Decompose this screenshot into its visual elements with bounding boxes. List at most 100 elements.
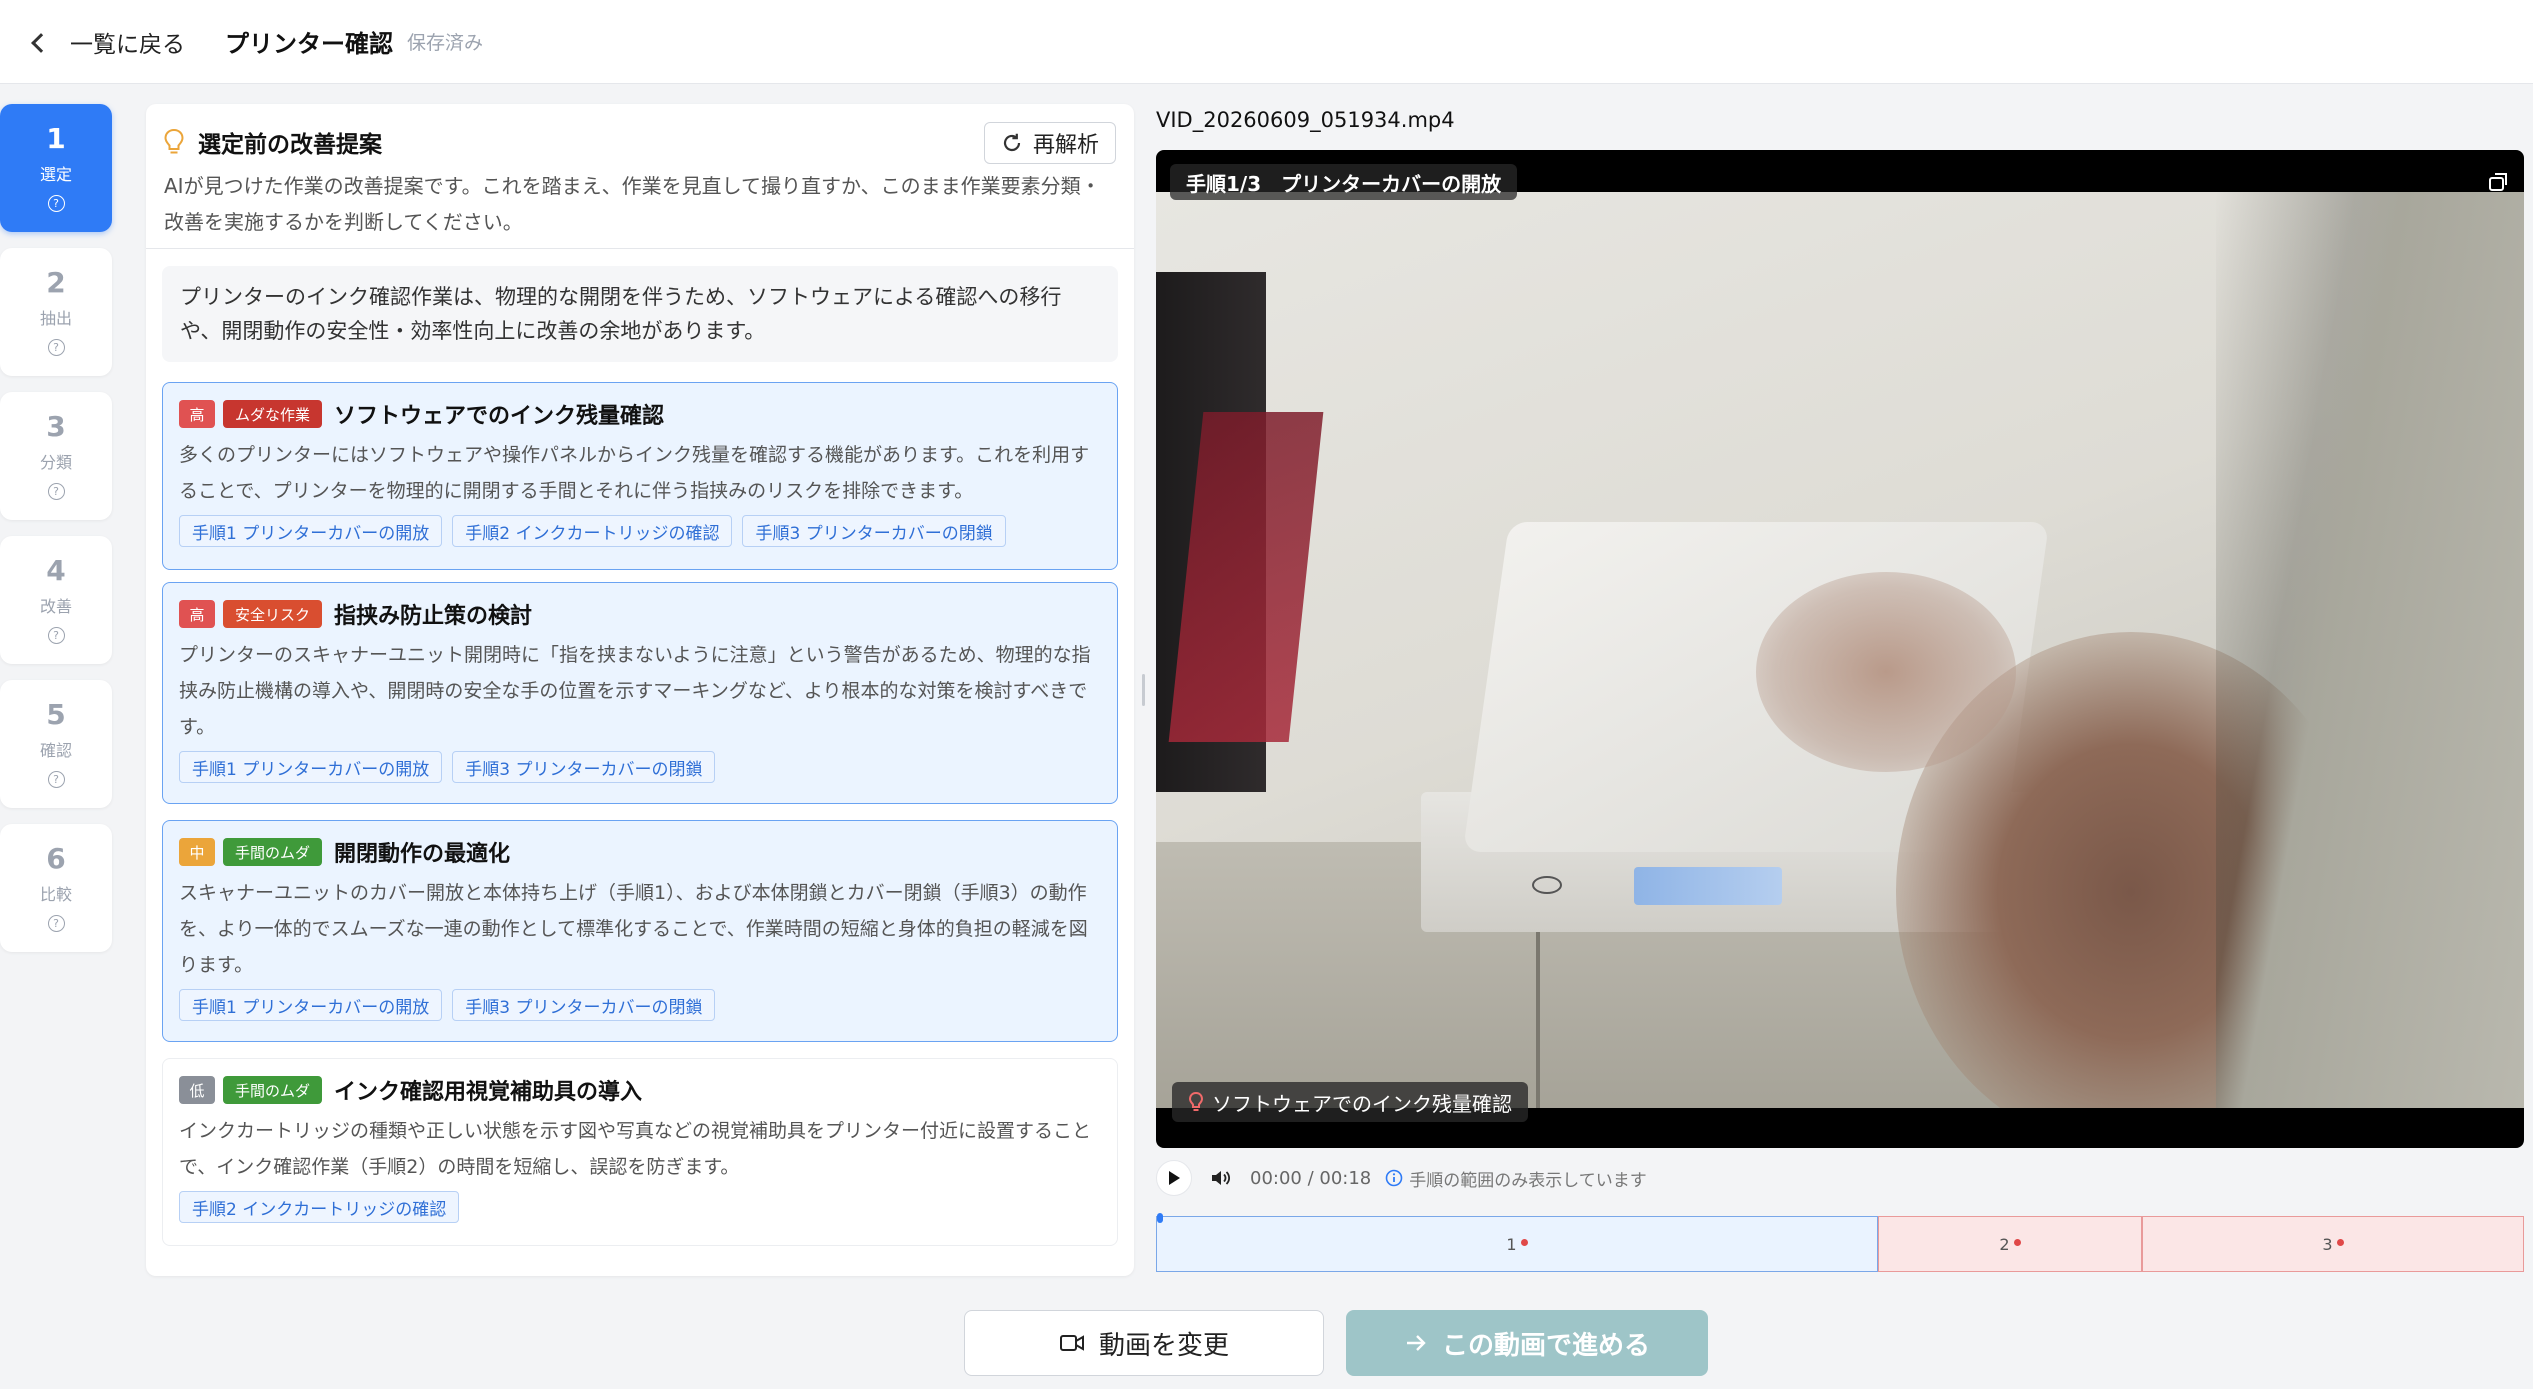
fullscreen-icon[interactable] [2486, 170, 2510, 194]
step-number: 4 [46, 554, 66, 588]
suggestion-dot [2336, 1238, 2344, 1246]
step-tag[interactable]: 手順3 プリンターカバーの閉鎖 [452, 989, 716, 1021]
playhead[interactable] [1157, 1213, 1163, 1223]
segment-label: 1 [1506, 1234, 1517, 1254]
help-icon[interactable]: ? [47, 770, 65, 788]
step-label: 選定 [39, 164, 72, 184]
change-video-button[interactable]: 動画を変更 [964, 1310, 1324, 1376]
chevron-left-icon [31, 32, 51, 53]
help-icon[interactable]: ? [47, 914, 65, 932]
video-frame-image [1156, 192, 2524, 1108]
suggestion-dot [1520, 1238, 1528, 1246]
suggestion-card[interactable]: 中 手間のムダ 開閉動作の最適化 スキャナーユニットのカバー開放と本体持ち上げ（… [162, 820, 1118, 1042]
info-icon [1385, 1169, 1403, 1187]
timeline-segment-step-3[interactable]: 3 [2142, 1216, 2524, 1272]
reanalyze-button[interactable]: 再解析 [983, 122, 1116, 164]
suggestion-card[interactable]: 高 ムダな作業 ソフトウェアでのインク残量確認 多くのプリンターにはソフトウェア… [162, 382, 1118, 570]
suggestion-title: インク確認用視覚補助具の導入 [334, 1080, 643, 1105]
suggestion-body: 多くのプリンターにはソフトウェアや操作パネルからインク残量を確認する機能がありま… [179, 444, 1090, 502]
reanalyze-label: 再解析 [1032, 133, 1099, 158]
play-icon [1169, 1171, 1180, 1185]
help-icon[interactable]: ? [47, 482, 65, 500]
video-filename: VID_20260609_051934.mp4 [1156, 108, 1455, 132]
change-video-label: 動画を変更 [1098, 1330, 1229, 1361]
save-status: 保存済み [407, 32, 484, 54]
suggestion-title: 開閉動作の最適化 [334, 842, 511, 867]
suggestion-title: ソフトウェアでのインク残量確認 [334, 404, 665, 429]
back-to-list-link[interactable]: 一覧に戻る [31, 25, 185, 59]
category-badge: 手間のムダ [223, 1076, 323, 1104]
back-link-label: 一覧に戻る [70, 31, 185, 58]
panel-header: 選定前の改善提案 再解析 [164, 118, 1116, 166]
priority-badge: 高 [179, 400, 215, 428]
panel-description: AIが見つけた作業の改善提案です。これを踏まえ、作業を見直して撮り直すか、このま… [164, 174, 1101, 234]
refresh-icon [1001, 132, 1023, 154]
step-1-select[interactable]: 1 選定 ? [0, 104, 112, 232]
timeline-segment-step-1[interactable]: 1 [1156, 1216, 1878, 1272]
step-number: 2 [46, 266, 66, 300]
suggestion-overlay-label: ソフトウェアでのインク残量確認 [1212, 1091, 1512, 1116]
lightbulb-icon [164, 128, 184, 156]
improvement-suggestions-panel: 選定前の改善提案 再解析 AIが見つけた作業の改善提案です。これを踏まえ、作業を… [146, 104, 1134, 1276]
step-navigation: 1 選定 ? 2 抽出 ? 3 分類 ? 4 改善 ? 5 確認 ? 6 比較 … [0, 104, 112, 968]
suggestion-body: インクカートリッジの種類や正しい状態を示す図や写真などの視覚補助具をプリンター付… [179, 1120, 1092, 1178]
step-label: 改善 [39, 596, 72, 616]
step-tag[interactable]: 手順1 プリンターカバーの開放 [179, 751, 443, 783]
panel-title: 選定前の改善提案 [198, 132, 382, 158]
step-3-classify[interactable]: 3 分類 ? [0, 392, 112, 520]
analysis-summary: プリンターのインク確認作業は、物理的な開閉を伴うため、ソフトウェアによる確認への… [162, 266, 1118, 362]
suggestion-overlay: ソフトウェアでのインク残量確認 [1172, 1082, 1528, 1122]
help-icon[interactable]: ? [47, 338, 65, 356]
proceed-with-video-button[interactable]: この動画で進める [1346, 1310, 1708, 1376]
category-badge: 安全リスク [223, 600, 323, 628]
suggestion-title: 指挟み防止策の検討 [334, 604, 533, 629]
step-tag[interactable]: 手順1 プリンターカバーの開放 [179, 515, 443, 547]
video-player[interactable]: 手順1/3 プリンターカバーの開放 ソフトウェアでのインク残量確認 [1156, 150, 2524, 1148]
volume-icon[interactable] [1210, 1168, 1232, 1188]
suggestion-card[interactable]: 低 手間のムダ インク確認用視覚補助具の導入 インクカートリッジの種類や正しい状… [162, 1058, 1118, 1246]
step-tag[interactable]: 手順2 インクカートリッジの確認 [179, 1191, 460, 1223]
segment-label: 3 [2322, 1234, 2333, 1254]
step-timeline: 1 2 3 [1156, 1216, 2524, 1272]
timeline-segment-step-2[interactable]: 2 [1878, 1216, 2142, 1272]
step-4-improve[interactable]: 4 改善 ? [0, 536, 112, 664]
video-controls: 00:00 / 00:18 手順の範囲のみ表示しています [1156, 1160, 2524, 1196]
divider [146, 248, 1134, 249]
step-number: 6 [46, 842, 66, 876]
suggestion-body: プリンターのスキャナーユニット開閉時に「指を挟まないように注意」という警告がある… [179, 644, 1091, 738]
current-step-overlay: 手順1/3 プリンターカバーの開放 [1170, 164, 1518, 200]
segment-label: 2 [1999, 1234, 2010, 1254]
proceed-label: この動画で進める [1441, 1330, 1650, 1361]
step-label: 比較 [39, 884, 72, 904]
step-label: 抽出 [39, 308, 72, 328]
step-6-compare[interactable]: 6 比較 ? [0, 824, 112, 952]
step-2-extract[interactable]: 2 抽出 ? [0, 248, 112, 376]
priority-badge: 低 [179, 1076, 215, 1104]
suggestion-body: スキャナーユニットのカバー開放と本体持ち上げ（手順1）、および本体閉鎖とカバー閉… [179, 882, 1088, 976]
step-5-confirm[interactable]: 5 確認 ? [0, 680, 112, 808]
video-camera-icon [1059, 1333, 1085, 1353]
step-label: 分類 [39, 452, 72, 472]
playback-time: 00:00 / 00:18 [1250, 1167, 1372, 1189]
step-tag[interactable]: 手順2 インクカートリッジの確認 [452, 515, 733, 547]
priority-badge: 中 [179, 838, 215, 866]
play-button[interactable] [1156, 1160, 1192, 1196]
suggestion-card[interactable]: 高 安全リスク 指挟み防止策の検討 プリンターのスキャナーユニット開閉時に「指を… [162, 582, 1118, 804]
suggestion-dot [2013, 1238, 2021, 1246]
help-icon[interactable]: ? [47, 194, 65, 212]
arrow-right-icon [1404, 1333, 1428, 1353]
category-badge: ムダな作業 [223, 400, 323, 428]
resize-handle[interactable] [1142, 674, 1145, 706]
page-title: プリンター確認 [225, 30, 393, 58]
step-number: 5 [46, 698, 66, 732]
step-tag[interactable]: 手順1 プリンターカバーの開放 [179, 989, 443, 1021]
step-tag[interactable]: 手順3 プリンターカバーの閉鎖 [742, 515, 1006, 547]
help-icon[interactable]: ? [47, 626, 65, 644]
step-label: 確認 [39, 740, 72, 760]
step-tag[interactable]: 手順3 プリンターカバーの閉鎖 [452, 751, 716, 783]
category-badge: 手間のムダ [223, 838, 323, 866]
step-number: 1 [46, 122, 66, 156]
step-number: 3 [46, 410, 66, 444]
lightbulb-icon [1188, 1091, 1204, 1113]
header-bar: 一覧に戻る プリンター確認 保存済み [0, 0, 2533, 84]
